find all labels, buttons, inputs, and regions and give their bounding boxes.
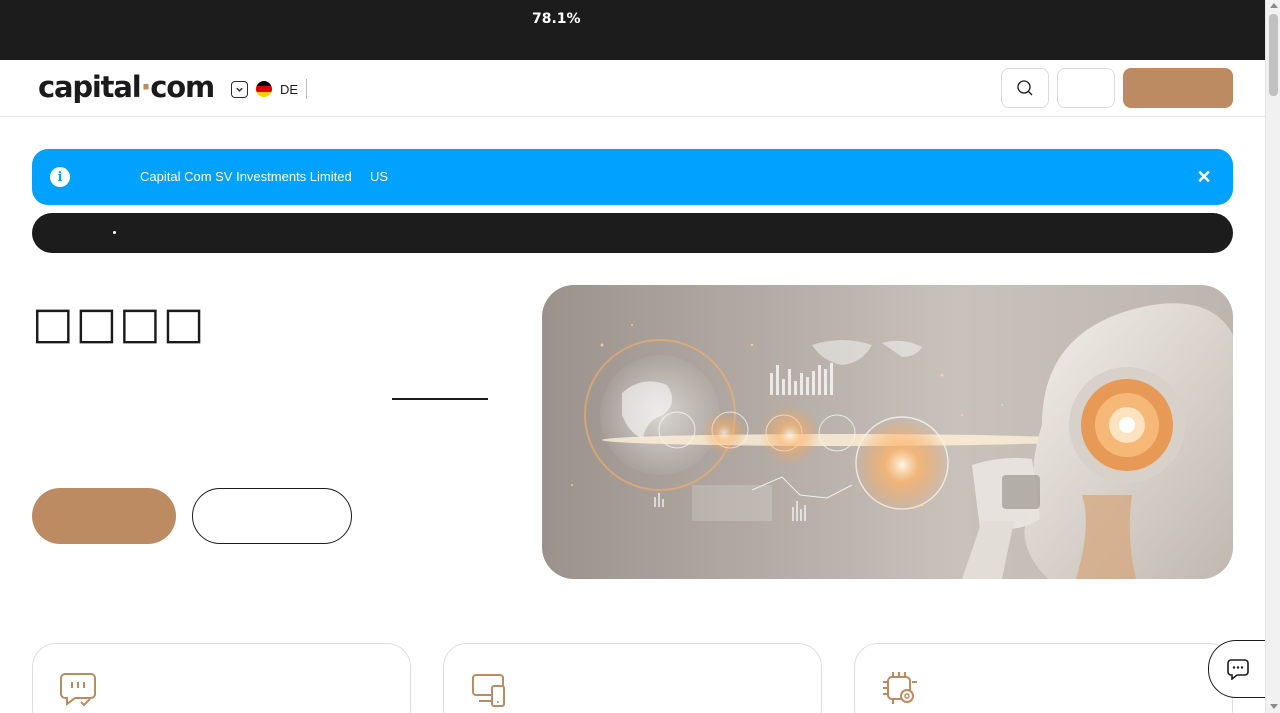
feature-card-3[interactable] [854, 643, 1233, 713]
logo-dot: · [140, 70, 151, 104]
login-button[interactable] [1057, 68, 1115, 108]
live-chat-button[interactable] [1208, 640, 1265, 698]
scroll-down-arrow-icon[interactable] [1269, 704, 1278, 709]
capital-com-logo[interactable]: capital·com [38, 70, 215, 104]
language-code: DE [280, 81, 299, 97]
language-selector[interactable]: DE [231, 79, 308, 99]
page: 78.1% capital·com DE i Capital Com SV In… [0, 0, 1265, 713]
sign-up-button[interactable] [1123, 68, 1233, 108]
risk-warning-bar [32, 213, 1233, 253]
germany-flag-icon [256, 81, 272, 97]
scrollbar-thumb[interactable] [1269, 14, 1278, 96]
chip-settings-icon [883, 672, 917, 704]
devices-icon [472, 674, 505, 707]
info-icon: i [50, 167, 70, 187]
logo-text-left: capital [38, 70, 142, 104]
notice-country: US [370, 169, 389, 184]
chevron-down-icon[interactable] [231, 80, 248, 98]
feature-card-1[interactable] [32, 643, 411, 713]
logo-text-right: com [150, 70, 215, 104]
page-scrollbar[interactable] [1265, 0, 1280, 713]
close-icon[interactable]: ✕ [1194, 167, 1214, 187]
progress-percentage: 78.1% [532, 11, 581, 27]
search-button[interactable] [1001, 68, 1049, 108]
scroll-up-arrow-icon[interactable] [1269, 3, 1278, 8]
chat-bubble-icon [1227, 659, 1249, 680]
hero-secondary-button[interactable] [192, 488, 352, 544]
hero-primary-button[interactable] [32, 488, 176, 544]
feature-card-2[interactable] [443, 643, 822, 713]
site-header: capital·com DE [0, 60, 1265, 117]
hero-title: □□□□ [32, 298, 207, 349]
notice-entity-name: Capital Com SV Investments Limited [140, 169, 352, 184]
region-notice-banner: i Capital Com SV Investments Limited US … [32, 149, 1233, 205]
hero-image [542, 285, 1233, 579]
hero-link-underline[interactable] [392, 398, 488, 400]
chat-check-icon [60, 673, 96, 707]
top-promo-bar: 78.1% [0, 0, 1265, 60]
bullet-dot [113, 231, 116, 234]
search-icon [1017, 80, 1033, 96]
